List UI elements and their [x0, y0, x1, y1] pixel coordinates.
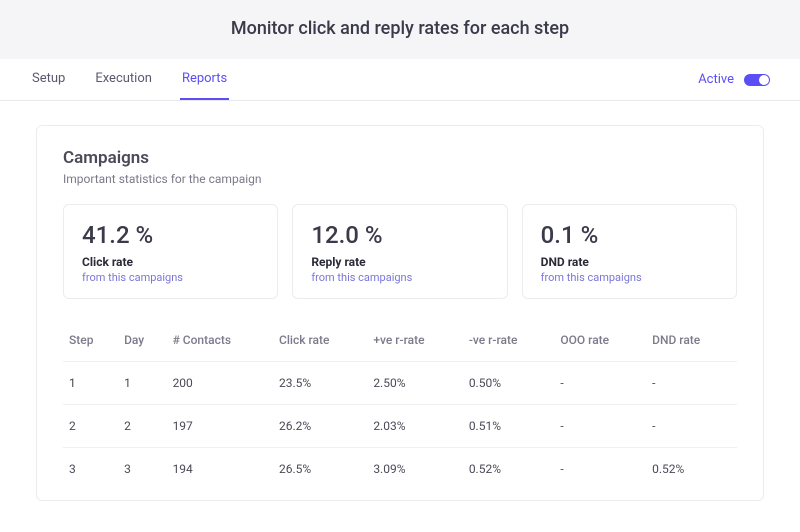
cell: - — [554, 405, 646, 448]
cell: 2.03% — [367, 405, 463, 448]
cell: 0.51% — [463, 405, 555, 448]
active-toggle[interactable] — [744, 74, 770, 86]
cell: - — [646, 405, 737, 448]
card-sub: from this campaigns — [541, 271, 718, 284]
th-dnd-rate: DND rate — [646, 321, 737, 362]
panel-subtitle: Important statistics for the campaign — [63, 172, 737, 186]
cell: 3 — [118, 448, 167, 491]
steps-table: Step Day # Contacts Click rate +ve r-rat… — [63, 321, 737, 490]
tab-execution[interactable]: Execution — [93, 59, 154, 100]
tab-reports[interactable]: Reports — [180, 59, 229, 100]
cell: 1 — [63, 362, 118, 405]
hero: Monitor click and reply rates for each s… — [0, 0, 800, 59]
card-reply-rate: 12.0 % Reply rate from this campaigns — [292, 204, 507, 299]
panel-title: Campaigns — [63, 148, 737, 168]
summary-cards: 41.2 % Click rate from this campaigns 12… — [63, 204, 737, 299]
cell: 2.50% — [367, 362, 463, 405]
tab-setup[interactable]: Setup — [30, 59, 67, 100]
table-header-row: Step Day # Contacts Click rate +ve r-rat… — [63, 321, 737, 362]
th-day: Day — [118, 321, 167, 362]
table-row: 3 3 194 26.5% 3.09% 0.52% - 0.52% — [63, 448, 737, 491]
campaigns-panel: Campaigns Important statistics for the c… — [36, 125, 764, 501]
th-neg-rrate: -ve r-rate — [463, 321, 555, 362]
card-sub: from this campaigns — [82, 271, 259, 284]
cell: 26.2% — [273, 405, 367, 448]
cell: 2 — [118, 405, 167, 448]
cell: 0.52% — [463, 448, 555, 491]
th-step: Step — [63, 321, 118, 362]
cell: - — [646, 362, 737, 405]
cell: 0.52% — [646, 448, 737, 491]
card-label: Reply rate — [311, 255, 488, 269]
cell: 194 — [167, 448, 273, 491]
card-value: 12.0 % — [311, 221, 488, 249]
cell: 0.50% — [463, 362, 555, 405]
panel-wrap: Campaigns Important statistics for the c… — [0, 101, 800, 525]
cell: 3 — [63, 448, 118, 491]
status-group: Active — [698, 72, 770, 87]
tabbar: Setup Execution Reports Active — [0, 59, 800, 101]
page-title: Monitor click and reply rates for each s… — [0, 18, 800, 39]
cell: - — [554, 448, 646, 491]
cell: 26.5% — [273, 448, 367, 491]
card-click-rate: 41.2 % Click rate from this campaigns — [63, 204, 278, 299]
cell: 23.5% — [273, 362, 367, 405]
cell: 197 — [167, 405, 273, 448]
tabs: Setup Execution Reports — [30, 59, 698, 100]
th-contacts: # Contacts — [167, 321, 273, 362]
cell: 1 — [118, 362, 167, 405]
th-ooo-rate: OOO rate — [554, 321, 646, 362]
card-label: Click rate — [82, 255, 259, 269]
card-value: 0.1 % — [541, 221, 718, 249]
card-dnd-rate: 0.1 % DND rate from this campaigns — [522, 204, 737, 299]
table-row: 1 1 200 23.5% 2.50% 0.50% - - — [63, 362, 737, 405]
th-click-rate: Click rate — [273, 321, 367, 362]
cell: 200 — [167, 362, 273, 405]
cell: 3.09% — [367, 448, 463, 491]
card-sub: from this campaigns — [311, 271, 488, 284]
cell: 2 — [63, 405, 118, 448]
status-label: Active — [698, 72, 734, 87]
th-pos-rrate: +ve r-rate — [367, 321, 463, 362]
card-label: DND rate — [541, 255, 718, 269]
card-value: 41.2 % — [82, 221, 259, 249]
toggle-knob-icon — [759, 75, 769, 85]
table-row: 2 2 197 26.2% 2.03% 0.51% - - — [63, 405, 737, 448]
cell: - — [554, 362, 646, 405]
